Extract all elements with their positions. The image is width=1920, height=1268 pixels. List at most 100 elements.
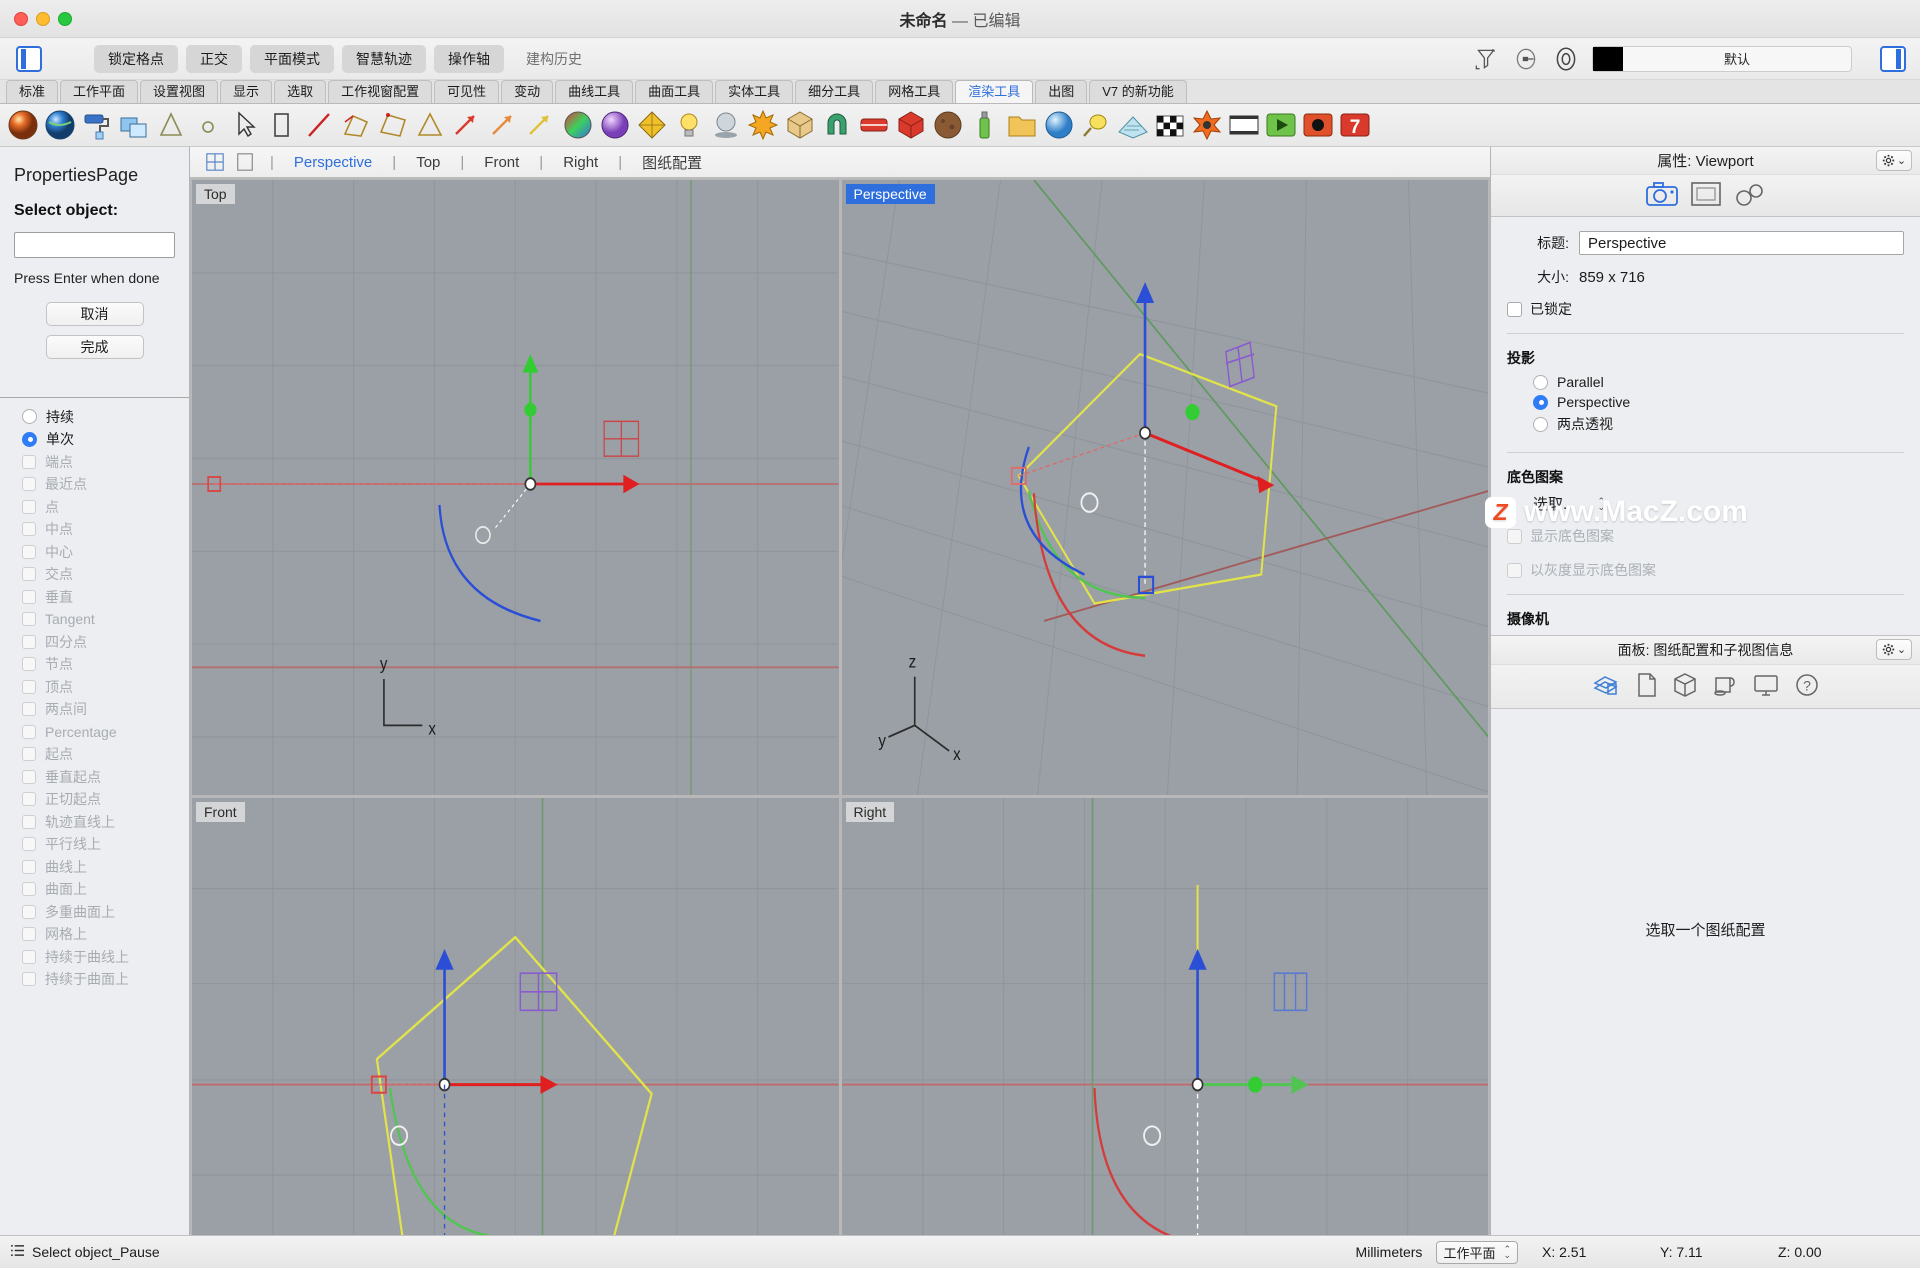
checkbox-icon[interactable]	[22, 837, 36, 851]
osnap-point[interactable]: 点	[22, 498, 189, 515]
radio-icon[interactable]	[22, 409, 37, 424]
checkbox-icon[interactable]	[22, 972, 36, 986]
osnap-on-polysurface[interactable]: 多重曲面上	[22, 903, 189, 920]
layers-icon[interactable]	[1592, 673, 1622, 700]
osnap-perp-from[interactable]: 垂直起点	[22, 768, 189, 785]
checkbox-icon[interactable]	[22, 815, 36, 829]
wallpaper-gray-row[interactable]: 以灰度显示底色图案	[1491, 560, 1920, 580]
tab-set-view[interactable]: 设置视图	[140, 80, 218, 103]
done-button[interactable]: 完成	[46, 335, 144, 359]
toggle-smarttrack[interactable]: 智慧轨迹	[342, 45, 426, 73]
osnap-cen[interactable]: 中心	[22, 543, 189, 560]
spray-icon[interactable]	[968, 108, 1002, 142]
osnap-from[interactable]: 起点	[22, 746, 189, 763]
sphere-shadow-icon[interactable]	[709, 108, 743, 142]
viewport-tab-layout[interactable]: 图纸配置	[632, 152, 712, 173]
seven-red-icon[interactable]: 7	[1338, 108, 1372, 142]
viewport-right-label[interactable]: Right	[846, 802, 895, 822]
color-sphere-icon[interactable]	[561, 108, 595, 142]
osnap-persistent-on-surface[interactable]: 持续于曲面上	[22, 971, 189, 988]
arrow-yellow-icon[interactable]	[524, 108, 558, 142]
link-icon[interactable]	[1733, 182, 1767, 209]
viewport-locked-row[interactable]: 已锁定	[1491, 299, 1920, 319]
arrow-orange-icon[interactable]	[487, 108, 521, 142]
surface-edit-icon[interactable]	[376, 108, 410, 142]
checkbox-icon[interactable]	[1507, 302, 1522, 317]
cancel-button[interactable]: 取消	[46, 302, 144, 326]
osnap-percentage[interactable]: Percentage	[22, 723, 189, 740]
close-button[interactable]	[14, 12, 28, 26]
tab-viewport-layout[interactable]: 工作视窗配置	[328, 80, 432, 103]
tab-visibility[interactable]: 可见性	[434, 80, 499, 103]
gear-dropdown-icon[interactable]: ⌄	[1876, 150, 1912, 171]
osnap-knot[interactable]: 节点	[22, 656, 189, 673]
texture-box-icon[interactable]	[117, 108, 151, 142]
tab-cplane[interactable]: 工作平面	[60, 80, 138, 103]
tab-transform[interactable]: 变动	[501, 80, 553, 103]
checkbox-icon[interactable]	[22, 747, 36, 761]
ellipse-outline-icon[interactable]	[191, 108, 225, 142]
checkbox-icon[interactable]	[22, 792, 36, 806]
radio-icon[interactable]	[1533, 417, 1548, 432]
star-burst-icon[interactable]	[746, 108, 780, 142]
osnap-on-surface[interactable]: 曲面上	[22, 881, 189, 898]
chevron-updown-icon[interactable]: ⌃⌄	[1503, 1246, 1511, 1258]
bulb-icon[interactable]	[672, 108, 706, 142]
arrow-cursor-icon[interactable]	[228, 108, 262, 142]
osnap-mode-once[interactable]: 单次	[22, 431, 189, 448]
toggle-ortho[interactable]: 正交	[186, 45, 242, 73]
viewport-top-label[interactable]: Top	[196, 184, 235, 204]
checkbox-icon[interactable]	[22, 522, 36, 536]
maximize-button[interactable]	[58, 12, 72, 26]
tab-display[interactable]: 显示	[220, 80, 272, 103]
viewport-tab-top[interactable]: Top	[406, 154, 450, 171]
radio-icon[interactable]	[1533, 375, 1548, 390]
layer-name[interactable]: 默认	[1623, 49, 1851, 68]
toggle-planar[interactable]: 平面模式	[250, 45, 334, 73]
magnet-icon[interactable]	[820, 108, 854, 142]
viewport-tab-right[interactable]: Right	[553, 154, 608, 171]
chevron-down-icon[interactable]: ⌄	[1897, 154, 1906, 167]
record-red-icon[interactable]	[1301, 108, 1335, 142]
sidebar-right-icon[interactable]	[1880, 46, 1906, 72]
osnap-between[interactable]: 两点间	[22, 701, 189, 718]
tab-surface-tools[interactable]: 曲面工具	[635, 80, 713, 103]
tab-standard[interactable]: 标准	[6, 80, 58, 103]
checkbox-icon[interactable]	[22, 657, 36, 671]
osnap-along-parallel[interactable]: 平行线上	[22, 836, 189, 853]
triangle-surface-icon[interactable]	[413, 108, 447, 142]
checkbox-icon[interactable]	[22, 950, 36, 964]
page-icon[interactable]	[1636, 672, 1658, 701]
radio-icon[interactable]	[22, 432, 37, 447]
osnap-mode-persistent[interactable]: 持续	[22, 408, 189, 425]
cube-icon[interactable]	[1672, 672, 1698, 701]
checkbox-icon[interactable]	[22, 680, 36, 694]
light-icon[interactable]	[1512, 45, 1540, 73]
paint-roller-icon[interactable]	[80, 108, 114, 142]
osnap-int[interactable]: 交点	[22, 566, 189, 583]
osnap-tangent[interactable]: Tangent	[22, 611, 189, 628]
checkbox-icon[interactable]	[22, 635, 36, 649]
gear-dropdown-icon[interactable]: ⌄	[1876, 639, 1912, 660]
ground-plane-icon[interactable]	[1116, 108, 1150, 142]
purple-sphere-icon[interactable]	[598, 108, 632, 142]
lightbulb-yellow-icon[interactable]	[1079, 108, 1113, 142]
checkbox-icon[interactable]	[22, 500, 36, 514]
folder-icon[interactable]	[1005, 108, 1039, 142]
checkbox-icon[interactable]	[22, 905, 36, 919]
select-object-input[interactable]	[14, 232, 175, 258]
film-icon[interactable]	[1227, 108, 1261, 142]
monitor-icon[interactable]	[1752, 672, 1780, 701]
meatball-icon[interactable]	[931, 108, 965, 142]
chevron-updown-icon[interactable]: ⌃⌄	[1598, 498, 1606, 510]
osnap-vertex[interactable]: 顶点	[22, 678, 189, 695]
star-orange-icon[interactable]	[1190, 108, 1224, 142]
tab-render-tools[interactable]: 渲染工具	[955, 80, 1033, 103]
osnap-persistent-on-curve[interactable]: 持续于曲线上	[22, 948, 189, 965]
diamond-icon[interactable]	[635, 108, 669, 142]
osnap-on-mesh[interactable]: 网格上	[22, 926, 189, 943]
scroll-icon[interactable]	[1712, 672, 1738, 701]
projection-parallel[interactable]: Parallel	[1491, 374, 1920, 390]
viewport-perspective[interactable]: z y x Perspective	[842, 180, 1489, 795]
radio-icon[interactable]	[1533, 395, 1548, 410]
